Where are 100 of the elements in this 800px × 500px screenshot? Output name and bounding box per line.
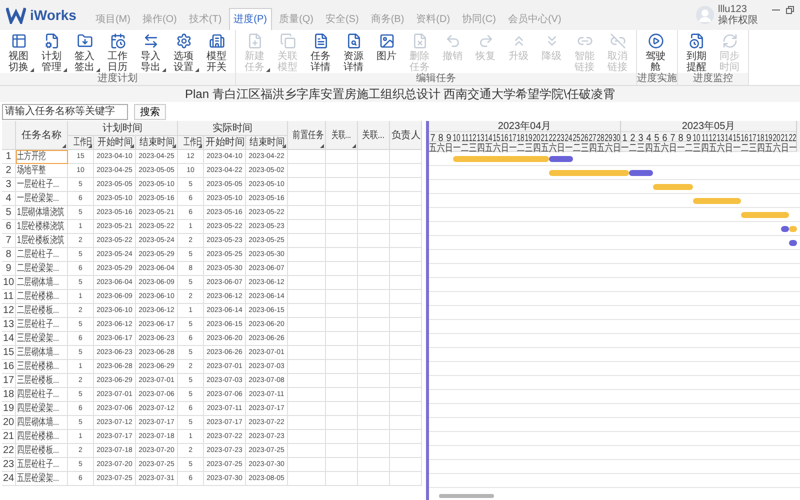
task-name-cell[interactable]: 场地平整 [16,164,68,178]
search-button[interactable]: 搜索 [134,104,166,120]
column-header[interactable]: 工作日 [68,136,94,150]
row-number: 5 [2,206,16,220]
task-name-cell[interactable]: 二层砼梁架... [16,262,68,276]
ribbon-button[interactable]: 到期提醒 [680,32,713,73]
day-cell: 26 [581,132,589,141]
task-name-cell[interactable]: 三层砼梁架... [16,332,68,346]
column-header[interactable]: 关联... [326,121,358,150]
task-name-cell[interactable]: 四层砼柱子... [16,388,68,402]
weekday-cell: 一 [509,142,517,151]
column-header[interactable]: 开始时间 [94,136,136,150]
day-cell: 23 [557,132,565,141]
day-cell: 27 [589,132,597,141]
task-name-cell[interactable]: 二层砌体墙... [16,276,68,290]
search-field[interactable]: 请输入任务名称等关键字 [2,104,128,120]
task-name-cell[interactable]: 四层砼楼梯... [16,430,68,444]
day-cell: 14 [485,132,493,141]
weekday-cell: 二 [629,142,637,151]
task-name-cell[interactable]: 二层砼楼梯... [16,290,68,304]
ribbon-button[interactable]: 模型开关 [200,32,233,73]
ribbon-button[interactable]: 图片 [370,32,403,73]
weekday-cell: 日 [501,142,509,151]
row-number: 14 [2,332,16,346]
day-cell: 19 [765,132,773,141]
day-cell: 13 [717,132,725,141]
row-number: 22 [2,444,16,458]
ribbon-button[interactable]: 选项设置 [167,32,200,73]
column-header[interactable]: 工作日 [178,136,204,150]
weekday-cell: 五 [429,142,437,151]
day-cell: 11 [701,132,709,141]
task-name-cell[interactable]: 四层砼楼板... [16,444,68,458]
row-number: 19 [2,402,16,416]
weekday-cell: 四 [757,142,765,151]
day-cell: 13 [477,132,485,141]
task-name-cell[interactable]: 三层砼柱子... [16,318,68,332]
task-name-cell[interactable]: 土方开挖 [16,150,68,164]
ribbon-button[interactable]: 视图切换 [2,32,35,73]
ribbon-button[interactable]: 导入导出 [134,32,167,73]
task-name-cell[interactable]: 二层砼柱子... [16,248,68,262]
weekday-cell: 五 [541,142,549,151]
task-name-cell[interactable]: 一层砼柱子... [16,178,68,192]
task-name-cell[interactable]: 三层砼楼板... [16,374,68,388]
day-cell: 14 [725,132,733,141]
task-name-cell[interactable]: 1层砌体墙浇筑 [16,206,68,220]
column-header[interactable]: 开始时间 [204,136,246,150]
day-cell: 12 [709,132,717,141]
day-cell-text: 8 [678,132,684,141]
column-header[interactable]: 前置任务 [288,121,326,150]
row-number: 21 [2,430,16,444]
row-number: 24 [2,472,16,486]
ribbon-button[interactable]: 工作日历 [101,32,134,73]
weekday-cell: 二 [741,142,749,151]
task-name-cell[interactable]: 三层砼楼梯... [16,360,68,374]
weekday-cell: 一 [453,142,461,151]
weekday-cell: 一 [621,142,629,151]
task-name-cell[interactable]: 1层砼楼梯浇筑 [16,220,68,234]
group-label: 进度实施 [637,73,677,85]
task-name-cell[interactable]: 四层砌体墙... [16,416,68,430]
task-name-cell[interactable]: 二层砼楼板... [16,304,68,318]
day-cell: 16 [741,132,749,141]
day-cell-text: 5 [654,132,660,141]
task-name-cell[interactable]: 四层砼梁架... [16,402,68,416]
ribbon-button[interactable]: 驾驶舱 [639,32,672,73]
ribbon-button[interactable]: 资源详情 [337,32,370,73]
column-header[interactable]: 结束时间 [136,136,178,150]
row-number: 7 [2,234,16,248]
ribbon-button[interactable]: 任务详情 [304,32,337,73]
task-name-cell[interactable]: 三层砌体墙... [16,346,68,360]
row-number: 8 [2,248,16,262]
column-header[interactable]: 任务名称 [16,121,68,150]
weekday-cell: 六 [437,142,445,151]
weekday-cell: 四 [701,142,709,151]
weekday-cell: 三 [637,142,645,151]
column-group-header: 计划时间 [68,121,178,136]
day-cell: 10 [693,132,701,141]
task-name-cell[interactable]: 五层砼梁架... [16,472,68,486]
day-cell-text: 7 [670,132,676,141]
ribbon-button[interactable]: 签入签出 [68,32,101,73]
row-number: 4 [2,192,16,206]
day-cell: 25 [573,132,581,141]
day-cell: 18 [517,132,525,141]
column-header[interactable]: 负责人 [390,121,422,150]
day-cell: 21 [781,132,789,141]
weekday-cell: 五 [653,142,661,151]
column-header[interactable]: 关联... [358,121,390,150]
ribbon-button[interactable]: 计划管理 [35,32,68,73]
day-cell-text: 8 [438,132,444,141]
menu-tab[interactable]: 进度(P) [228,8,272,30]
task-name-cell[interactable]: 1层砼楼板浇筑 [16,234,68,248]
row-number: 16 [2,360,16,374]
weekday-cell: 二 [461,142,469,151]
weekday-cell: 五 [709,142,717,151]
task-name-cell[interactable]: 一层砼梁架... [16,192,68,206]
weekday-cell: 日 [557,142,565,151]
day-cell: 22 [549,132,557,141]
weekday-cell: 三 [525,142,533,151]
task-name-cell[interactable]: 五层砼柱子... [16,458,68,472]
weekday-cell: 一 [733,142,741,151]
column-header[interactable]: 结束时间 [246,136,288,150]
